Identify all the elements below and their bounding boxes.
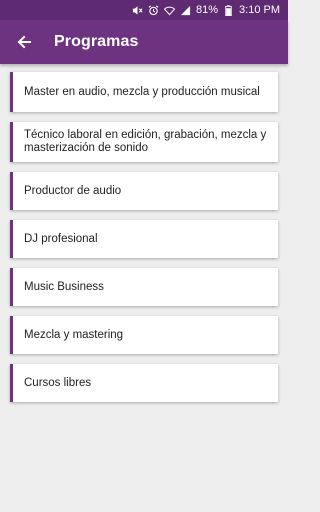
program-item-cursos-libres[interactable]: Cursos libres (10, 364, 278, 402)
program-item-productor-audio[interactable]: Productor de audio (10, 172, 278, 210)
program-label: Music Business (24, 280, 104, 293)
program-label: Técnico laboral en edición, grabación, m… (24, 129, 267, 154)
program-label: DJ profesional (24, 232, 98, 245)
page-title: Programas (54, 33, 139, 50)
program-label: Productor de audio (24, 184, 122, 197)
program-item-tecnico-laboral[interactable]: Técnico laboral en edición, grabación, m… (10, 122, 278, 162)
program-label: Cursos libres (24, 376, 92, 389)
wifi-icon (164, 6, 175, 15)
app-bar: Programas (0, 20, 288, 64)
clock: 3:10 PM (239, 4, 280, 16)
program-item-master-audio[interactable]: Master en audio, mezcla y producción mus… (10, 72, 278, 112)
program-item-dj-profesional[interactable]: DJ profesional (10, 220, 278, 258)
program-label: Master en audio, mezcla y producción mus… (24, 85, 260, 98)
signal-icon (180, 5, 191, 15)
arrow-back-icon (17, 35, 31, 49)
program-label: Mezcla y mastering (24, 328, 124, 341)
program-list: Master en audio, mezcla y producción mus… (10, 72, 278, 402)
mute-icon (132, 5, 143, 15)
battery-percent: 81% (196, 4, 219, 16)
status-bar: 81% 3:10 PM (0, 0, 288, 20)
status-icons: 81% 3:10 PM (132, 4, 280, 16)
program-item-mezcla-mastering[interactable]: Mezcla y mastering (10, 316, 278, 354)
alarm-icon (148, 5, 159, 15)
program-item-music-business[interactable]: Music Business (10, 268, 278, 306)
back-button[interactable] (0, 20, 48, 64)
battery-icon (225, 4, 232, 16)
